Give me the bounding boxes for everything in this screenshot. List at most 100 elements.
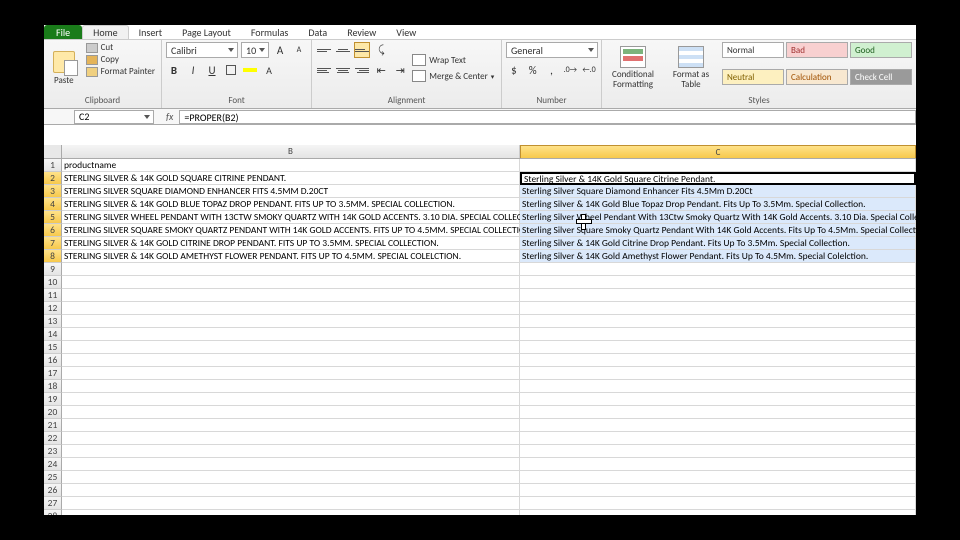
grid-row[interactable]: 19: [44, 393, 916, 406]
style-good[interactable]: Good: [850, 42, 912, 58]
font-color-button[interactable]: A: [261, 62, 277, 78]
row-header[interactable]: 19: [44, 393, 62, 406]
cell[interactable]: [520, 471, 916, 484]
row-header[interactable]: 13: [44, 315, 62, 328]
cell[interactable]: [520, 302, 916, 315]
fill-color-button[interactable]: [242, 62, 258, 78]
tab-page-layout[interactable]: Page Layout: [172, 25, 241, 39]
conditional-formatting-button[interactable]: Conditional Formatting: [606, 42, 660, 94]
row-header[interactable]: 17: [44, 367, 62, 380]
row-header[interactable]: 9: [44, 263, 62, 276]
cell[interactable]: STERLING SILVER & 14K GOLD BLUE TOPAZ DR…: [62, 198, 520, 211]
cell[interactable]: [520, 263, 916, 276]
align-center-button[interactable]: [335, 62, 351, 78]
row-header[interactable]: 21: [44, 419, 62, 432]
grid-row[interactable]: 18: [44, 380, 916, 393]
grid-row[interactable]: 20: [44, 406, 916, 419]
cell[interactable]: Sterling Silver & 14K Gold Citrine Drop …: [520, 237, 916, 250]
row-header[interactable]: 25: [44, 471, 62, 484]
cell[interactable]: [520, 419, 916, 432]
worksheet-grid[interactable]: B C 1productname2STERLING SILVER & 14K G…: [44, 125, 916, 515]
row-header[interactable]: 11: [44, 289, 62, 302]
row-header[interactable]: 2: [44, 172, 62, 185]
cell[interactable]: [520, 354, 916, 367]
orientation-button[interactable]: ⤹: [373, 42, 389, 58]
tab-home[interactable]: Home: [82, 25, 128, 39]
grow-font-button[interactable]: A: [272, 42, 288, 58]
cell[interactable]: [62, 367, 520, 380]
grid-row[interactable]: 16: [44, 354, 916, 367]
cell[interactable]: [62, 419, 520, 432]
cell[interactable]: [62, 510, 520, 515]
cell[interactable]: [62, 497, 520, 510]
grid-body[interactable]: 1productname2STERLING SILVER & 14K GOLD …: [44, 159, 916, 515]
row-header[interactable]: 12: [44, 302, 62, 315]
cell[interactable]: [62, 354, 520, 367]
tab-formulas[interactable]: Formulas: [241, 25, 298, 39]
style-bad[interactable]: Bad: [786, 42, 848, 58]
row-header[interactable]: 14: [44, 328, 62, 341]
formula-input[interactable]: =PROPER(B2): [179, 110, 916, 124]
grid-row[interactable]: 11: [44, 289, 916, 302]
grid-row[interactable]: 28: [44, 510, 916, 515]
style-neutral[interactable]: Neutral: [722, 69, 784, 85]
col-header-B[interactable]: B: [62, 145, 520, 158]
underline-button[interactable]: U: [204, 62, 220, 78]
tab-view[interactable]: View: [386, 25, 426, 39]
row-header[interactable]: 4: [44, 198, 62, 211]
cell[interactable]: [62, 328, 520, 341]
tab-insert[interactable]: Insert: [129, 25, 173, 39]
grid-row[interactable]: 9: [44, 263, 916, 276]
border-button[interactable]: [223, 62, 239, 78]
cell[interactable]: [520, 276, 916, 289]
cell[interactable]: [520, 497, 916, 510]
row-header[interactable]: 26: [44, 484, 62, 497]
cell[interactable]: [520, 289, 916, 302]
tab-file[interactable]: File: [44, 25, 82, 39]
cell[interactable]: [520, 159, 916, 172]
row-header[interactable]: 27: [44, 497, 62, 510]
style-calculation[interactable]: Calculation: [786, 69, 848, 85]
font-name-combo[interactable]: Calibri: [166, 42, 238, 58]
dec-decimal-button[interactable]: ←.0: [581, 62, 597, 78]
cell[interactable]: [62, 276, 520, 289]
wrap-text-button[interactable]: Wrap Text: [412, 54, 494, 66]
row-header[interactable]: 8: [44, 250, 62, 263]
grid-row[interactable]: 7STERLING SILVER & 14K GOLD CITRINE DROP…: [44, 237, 916, 250]
merge-center-button[interactable]: Merge & Center ▾: [412, 70, 494, 82]
grid-row[interactable]: 1productname: [44, 159, 916, 172]
row-header[interactable]: 22: [44, 432, 62, 445]
row-header[interactable]: 1: [44, 159, 62, 172]
row-header[interactable]: 3: [44, 185, 62, 198]
grid-row[interactable]: 17: [44, 367, 916, 380]
cell[interactable]: [62, 484, 520, 497]
font-size-combo[interactable]: 10: [241, 42, 269, 58]
grid-row[interactable]: 26: [44, 484, 916, 497]
cell[interactable]: STERLING SILVER SQUARE SMOKY QUARTZ PEND…: [62, 224, 520, 237]
tab-review[interactable]: Review: [337, 25, 386, 39]
cell[interactable]: [62, 393, 520, 406]
grid-row[interactable]: 8STERLING SILVER & 14K GOLD AMETHYST FLO…: [44, 250, 916, 263]
grid-row[interactable]: 6STERLING SILVER SQUARE SMOKY QUARTZ PEN…: [44, 224, 916, 237]
cell[interactable]: [520, 315, 916, 328]
copy-button[interactable]: Copy: [84, 54, 157, 65]
indent-dec-button[interactable]: ⇤: [373, 62, 389, 78]
number-format-combo[interactable]: General: [506, 42, 598, 58]
select-all-corner[interactable]: [44, 145, 62, 158]
cell[interactable]: [62, 315, 520, 328]
format-as-table-button[interactable]: Format as Table: [664, 42, 718, 94]
comma-button[interactable]: ,: [544, 62, 560, 78]
cell[interactable]: [520, 341, 916, 354]
cell[interactable]: [62, 445, 520, 458]
grid-row[interactable]: 23: [44, 445, 916, 458]
cell[interactable]: Sterling Silver & 14K Gold Amethyst Flow…: [520, 250, 916, 263]
align-left-button[interactable]: [316, 62, 332, 78]
cell[interactable]: [520, 393, 916, 406]
row-header[interactable]: 16: [44, 354, 62, 367]
fx-icon[interactable]: fx: [160, 110, 179, 123]
grid-row[interactable]: 22: [44, 432, 916, 445]
align-top-button[interactable]: [316, 42, 332, 58]
shrink-font-button[interactable]: A: [291, 42, 307, 58]
indent-inc-button[interactable]: ⇥: [392, 62, 408, 78]
cell[interactable]: STERLING SILVER SQUARE DIAMOND ENHANCER …: [62, 185, 520, 198]
